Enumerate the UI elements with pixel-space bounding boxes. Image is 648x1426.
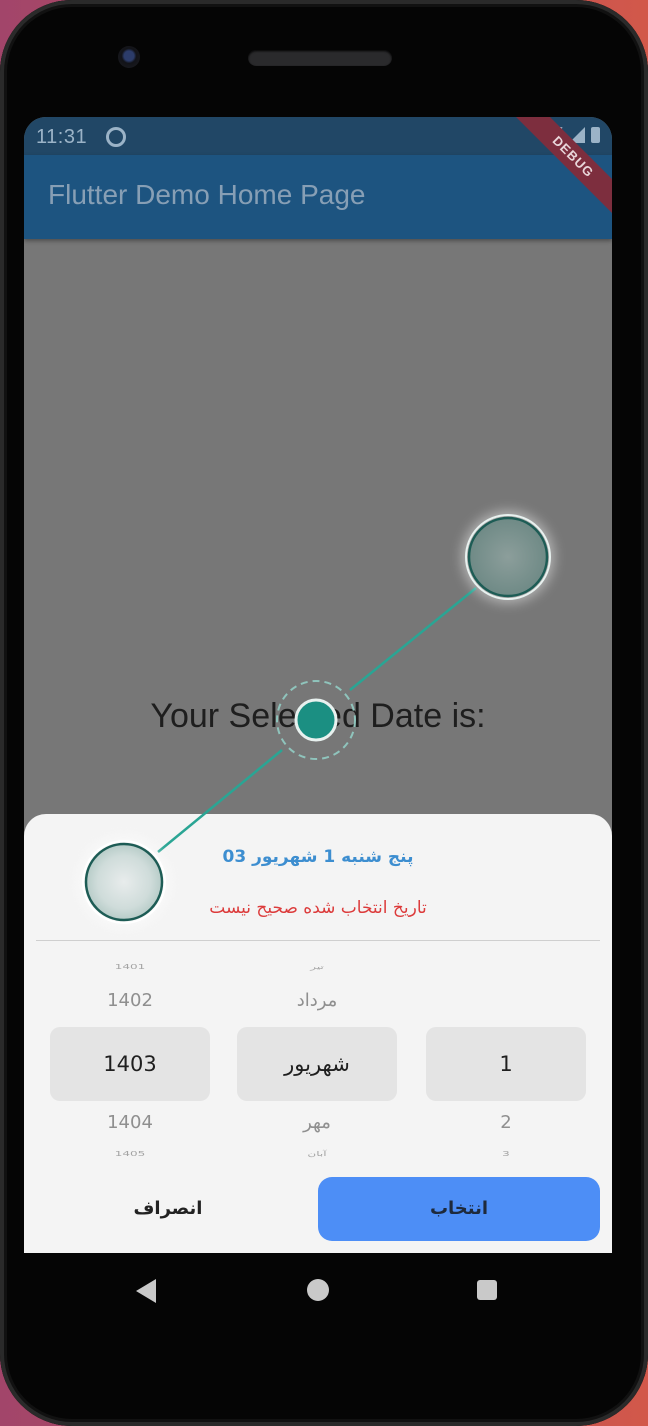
- year-item[interactable]: 1404: [50, 1112, 210, 1133]
- month-item[interactable]: آبان: [237, 1150, 397, 1158]
- app-bar: Flutter Demo Home Page: [24, 155, 612, 239]
- month-wheel[interactable]: تیر مرداد شهریور مهر آبان: [237, 954, 397, 1164]
- month-item[interactable]: مهر: [237, 1112, 397, 1133]
- system-nav-bar: [24, 1253, 612, 1327]
- month-item[interactable]: مرداد: [237, 990, 397, 1011]
- sync-icon: [106, 127, 126, 147]
- year-item[interactable]: 1405: [50, 1150, 210, 1158]
- date-picker-sheet: پنج شنبه 1 شهریور 03 تاریخ انتخاب شده صح…: [24, 814, 612, 1253]
- phone-frame: 11:31 Flutter Demo Home Page DEBUG Your …: [0, 0, 648, 1426]
- cancel-button[interactable]: انصراف: [44, 1177, 292, 1241]
- error-message: تاریخ انتخاب شده صحیح نیست: [209, 898, 427, 918]
- day-wheel[interactable]: 1 2 3: [426, 954, 586, 1164]
- device-screen: 11:31 Flutter Demo Home Page DEBUG Your …: [24, 117, 612, 1253]
- recent-apps-icon[interactable]: [477, 1280, 497, 1300]
- day-item-selected[interactable]: 1: [426, 1027, 586, 1101]
- month-item[interactable]: تیر: [237, 963, 397, 971]
- year-wheel[interactable]: 1401 1402 1403 1404 1405: [50, 954, 210, 1164]
- selected-date-label: Your Selected Date is:: [150, 697, 486, 735]
- earpiece-speaker: [248, 50, 392, 66]
- home-icon[interactable]: [307, 1279, 329, 1301]
- status-time: 11:31: [36, 126, 88, 148]
- day-item[interactable]: 2: [426, 1112, 586, 1133]
- year-item-selected[interactable]: 1403: [50, 1027, 210, 1101]
- front-camera: [118, 46, 140, 68]
- month-item-selected[interactable]: شهریور: [237, 1027, 397, 1101]
- picked-date-text: پنج شنبه 1 شهریور 03: [222, 847, 414, 867]
- year-item[interactable]: 1402: [50, 990, 210, 1011]
- confirm-button[interactable]: انتخاب: [318, 1177, 600, 1241]
- day-item[interactable]: 3: [426, 1150, 586, 1158]
- divider: [36, 940, 600, 941]
- back-icon[interactable]: [136, 1279, 156, 1303]
- battery-icon: [591, 127, 600, 143]
- page-title: Flutter Demo Home Page: [48, 179, 366, 210]
- year-item[interactable]: 1401: [50, 963, 210, 971]
